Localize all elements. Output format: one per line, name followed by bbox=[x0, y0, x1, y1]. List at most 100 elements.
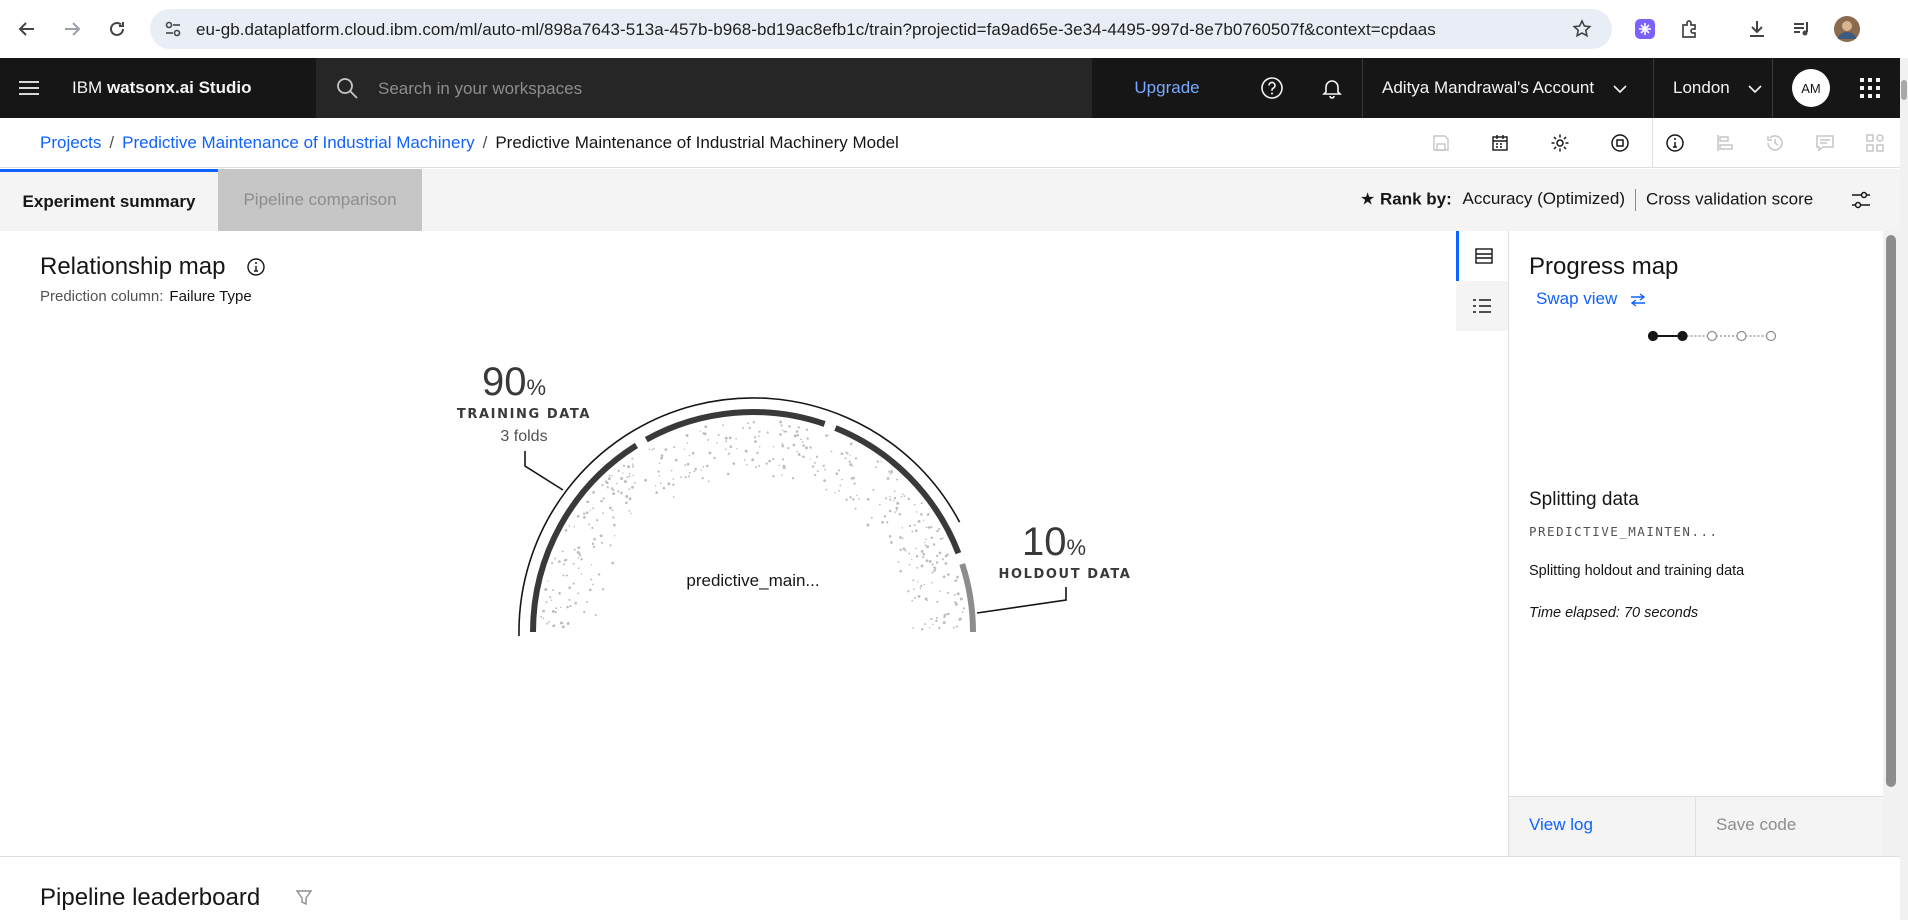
data-point bbox=[914, 596, 916, 599]
data-point bbox=[935, 617, 938, 619]
data-point bbox=[793, 434, 797, 438]
view-list-button[interactable] bbox=[1456, 281, 1508, 331]
upgrade-link[interactable]: Upgrade bbox=[1092, 58, 1242, 118]
dataset-name: PREDICTIVE_MAINTEN... bbox=[1529, 524, 1719, 539]
data-point bbox=[917, 519, 921, 523]
data-point bbox=[920, 584, 923, 587]
progress-step[interactable] bbox=[1765, 330, 1777, 342]
panel-scrollbar-thumb[interactable] bbox=[1886, 235, 1896, 787]
progress-step[interactable] bbox=[1647, 330, 1659, 342]
app-switcher-grid-icon[interactable] bbox=[1853, 71, 1887, 105]
apps-icon[interactable] bbox=[1862, 130, 1888, 156]
filter-icon[interactable] bbox=[295, 889, 313, 907]
data-point bbox=[802, 455, 805, 459]
rank-metric: Accuracy (Optimized) bbox=[1462, 189, 1625, 209]
notification-bell-icon[interactable] bbox=[1315, 71, 1349, 105]
data-point bbox=[884, 497, 888, 500]
breadcrumb-project[interactable]: Predictive Maintenance of Industrial Mac… bbox=[122, 133, 474, 152]
data-point bbox=[849, 454, 851, 456]
page-scrollbar-thumb[interactable] bbox=[1901, 80, 1907, 100]
history-icon[interactable] bbox=[1762, 130, 1788, 156]
data-point bbox=[947, 573, 950, 576]
data-point bbox=[835, 472, 839, 475]
bookmark-star-icon[interactable] bbox=[1572, 19, 1592, 39]
address-bar[interactable]: eu-gb.dataplatform.cloud.ibm.com/ml/auto… bbox=[150, 9, 1612, 49]
tab-experiment-summary[interactable]: Experiment summary bbox=[0, 169, 218, 231]
data-point bbox=[654, 485, 657, 487]
holdout-label: HOLDOUT DATA bbox=[999, 567, 1132, 582]
data-point bbox=[962, 607, 966, 610]
product-brand[interactable]: IBM watsonx.ai Studio bbox=[72, 78, 251, 98]
information-icon[interactable] bbox=[1662, 130, 1688, 156]
save-code-button[interactable]: Save code bbox=[1695, 797, 1884, 857]
hamburger-menu-icon[interactable] bbox=[18, 78, 40, 98]
data-point bbox=[599, 534, 603, 538]
progress-step[interactable] bbox=[1677, 330, 1688, 342]
data-point bbox=[686, 462, 690, 466]
search-icon bbox=[336, 77, 358, 99]
back-icon[interactable] bbox=[10, 12, 44, 46]
data-point bbox=[816, 470, 819, 473]
data-point bbox=[815, 455, 819, 458]
data-point bbox=[932, 543, 936, 546]
information-icon[interactable] bbox=[246, 257, 266, 277]
region-switcher[interactable]: London bbox=[1673, 78, 1763, 98]
data-point bbox=[554, 611, 557, 614]
user-avatar[interactable]: AM bbox=[1792, 69, 1830, 107]
breadcrumb-projects[interactable]: Projects bbox=[40, 133, 101, 152]
page-scrollbar[interactable] bbox=[1900, 58, 1908, 920]
tab-pipeline-comparison[interactable]: Pipeline comparison bbox=[218, 169, 422, 231]
profile-avatar-icon[interactable] bbox=[1830, 12, 1864, 46]
data-point bbox=[802, 444, 805, 447]
rank-by-selector[interactable]: ★ Rank by: Accuracy (Optimized) Cross val… bbox=[1360, 189, 1813, 211]
settings-adjust-icon[interactable] bbox=[1850, 189, 1872, 211]
data-point bbox=[781, 429, 784, 431]
forward-icon[interactable] bbox=[55, 12, 89, 46]
settings-gear-icon[interactable] bbox=[1547, 130, 1573, 156]
view-map-button[interactable] bbox=[1456, 231, 1508, 281]
data-point bbox=[925, 538, 927, 541]
data-point bbox=[851, 465, 854, 467]
calendar-icon[interactable] bbox=[1487, 130, 1513, 156]
stop-icon[interactable] bbox=[1607, 130, 1633, 156]
download-icon[interactable] bbox=[1740, 12, 1774, 46]
reload-icon[interactable] bbox=[100, 12, 134, 46]
extensions-puzzle-icon[interactable] bbox=[1673, 12, 1707, 46]
help-icon[interactable] bbox=[1255, 71, 1289, 105]
data-point bbox=[848, 460, 851, 463]
media-control-icon[interactable] bbox=[1785, 12, 1819, 46]
data-point bbox=[563, 559, 567, 562]
data-point bbox=[915, 529, 918, 532]
data-point bbox=[911, 599, 914, 602]
data-point bbox=[898, 513, 902, 516]
account-switcher[interactable]: Aditya Mandrawal's Account bbox=[1382, 78, 1627, 98]
progress-step[interactable] bbox=[1736, 330, 1747, 342]
data-point bbox=[573, 526, 576, 528]
data-point bbox=[713, 456, 716, 460]
dataset-center-label[interactable]: predictive_main... bbox=[686, 571, 819, 590]
data-point bbox=[806, 437, 809, 440]
experiment-tabs: Experiment summary Pipeline comparison ★… bbox=[0, 169, 1900, 231]
data-point bbox=[930, 536, 934, 539]
data-point bbox=[545, 600, 548, 604]
data-point bbox=[722, 424, 724, 427]
data-point bbox=[700, 469, 703, 471]
progress-step[interactable] bbox=[1706, 330, 1718, 342]
view-log-button[interactable]: View log bbox=[1509, 797, 1695, 857]
align-icon[interactable] bbox=[1712, 130, 1738, 156]
data-point bbox=[605, 480, 608, 484]
extension-colorful-icon[interactable] bbox=[1628, 12, 1662, 46]
comment-icon[interactable] bbox=[1812, 130, 1838, 156]
site-info-icon[interactable] bbox=[164, 20, 182, 38]
workspace-search[interactable]: Search in your workspaces bbox=[316, 58, 1092, 118]
data-point bbox=[745, 450, 748, 453]
breadcrumb-separator: / bbox=[109, 133, 115, 152]
swap-view-link[interactable]: Swap view bbox=[1536, 289, 1646, 309]
data-point bbox=[626, 476, 629, 479]
save-icon[interactable] bbox=[1428, 130, 1454, 156]
training-fold-1 bbox=[530, 442, 638, 633]
data-point bbox=[841, 478, 843, 481]
data-point bbox=[622, 464, 626, 467]
data-point bbox=[747, 422, 749, 425]
data-point bbox=[834, 491, 836, 494]
